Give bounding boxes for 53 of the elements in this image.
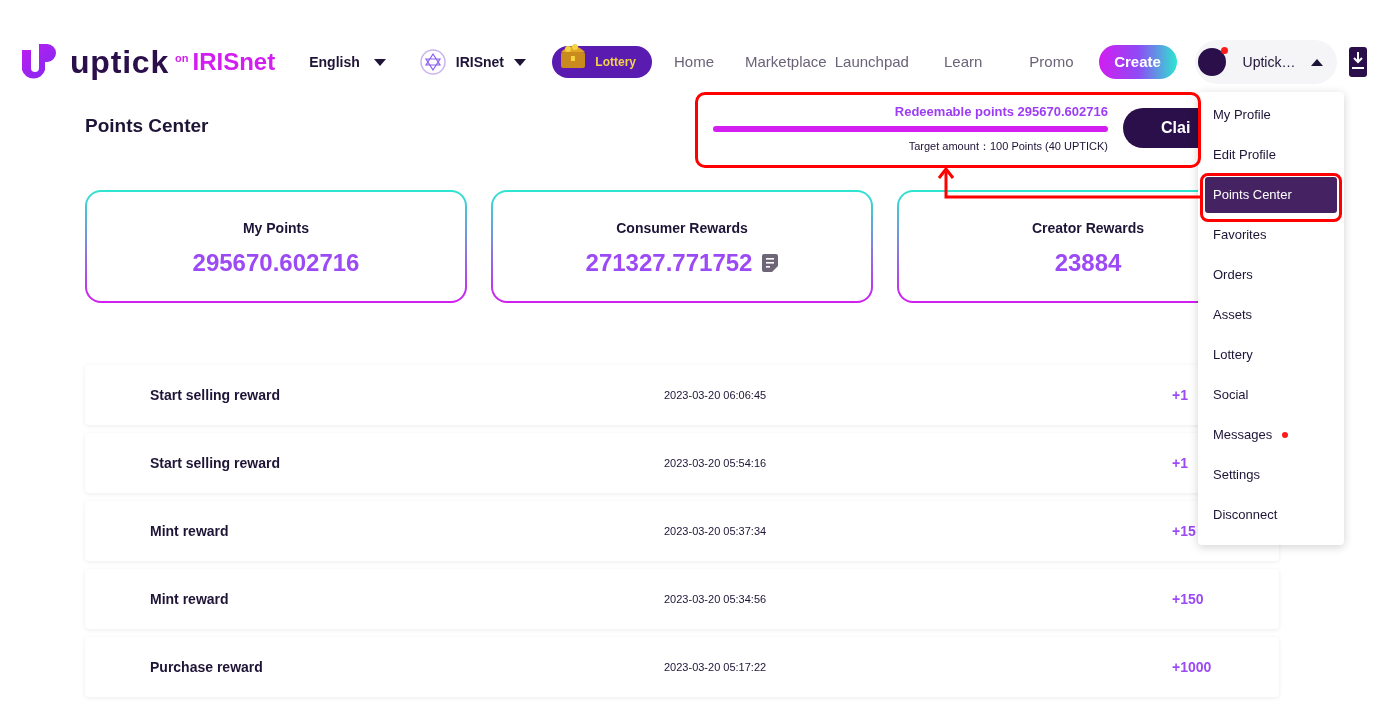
logo-on: on	[175, 51, 189, 66]
logo-wordmark: uptick	[70, 46, 170, 78]
network-select[interactable]: IRISnet	[419, 49, 526, 75]
reward-time: 2023-03-20 06:06:45	[664, 387, 767, 403]
card-label: Creator Rewards	[1031, 219, 1144, 238]
caret-icon	[514, 58, 526, 66]
menu-item[interactable]: Orders	[1205, 257, 1337, 293]
reward-points: +15	[1172, 521, 1197, 541]
reward-label: Start selling reward	[150, 385, 281, 405]
nav-link[interactable]: Launchpad	[834, 50, 909, 74]
nav-link[interactable]: Learn	[943, 50, 983, 74]
menu-item[interactable]: Disconnect	[1205, 497, 1337, 533]
menu-item[interactable]: Social	[1205, 377, 1337, 413]
reward-label: Mint reward	[150, 589, 230, 609]
card-value: 271327.771752	[585, 248, 753, 278]
nav-link[interactable]: Marketplace	[745, 50, 827, 74]
caret-icon	[1310, 58, 1323, 66]
user-menu-button[interactable]: Uptick…	[1194, 40, 1337, 84]
document-icon[interactable]	[762, 254, 779, 272]
language-select[interactable]: English	[309, 51, 386, 73]
create-button[interactable]: Create	[1098, 45, 1177, 79]
reward-time: 2023-03-20 05:54:16	[664, 455, 767, 471]
avatar	[1197, 48, 1226, 76]
reward-time: 2023-03-20 05:17:22	[664, 659, 767, 675]
caret-icon	[373, 58, 386, 66]
reward-label: Mint reward	[150, 521, 230, 541]
menu-item[interactable]: Settings	[1205, 457, 1337, 493]
logo-network: IRISnet	[192, 47, 276, 77]
reward-label: Start selling reward	[150, 453, 281, 473]
target-amount: Target amount：100 Points (40 UPTICK)	[908, 138, 1108, 154]
menu-item[interactable]: Lottery	[1205, 337, 1337, 373]
card-label: My Points	[242, 219, 310, 238]
reward-points: +1	[1172, 453, 1189, 473]
card-value: 23884	[1054, 248, 1122, 278]
reward-points: +150	[1172, 589, 1205, 609]
lottery-button[interactable]: Lottery	[552, 46, 652, 78]
reward-time: 2023-03-20 05:37:34	[664, 523, 767, 539]
redeemable-points: Redeemable points 295670.602716	[894, 103, 1108, 121]
reward-points: +1	[1172, 385, 1189, 405]
download-icon[interactable]	[1348, 47, 1367, 77]
card-value: 295670.602716	[192, 248, 360, 278]
menu-item[interactable]: Points Center	[1205, 177, 1337, 213]
nav-link[interactable]: Promo	[1029, 50, 1074, 74]
logo-icon	[20, 42, 56, 82]
menu-item[interactable]: Assets	[1205, 297, 1337, 333]
reward-label: Purchase reward	[150, 657, 264, 677]
menu-item[interactable]: Favorites	[1205, 217, 1337, 253]
reward-points: +1000	[1172, 657, 1212, 677]
nav-link[interactable]: Home	[674, 50, 714, 74]
reward-time: 2023-03-20 05:34:56	[664, 591, 767, 607]
page-title: Points Center	[85, 114, 209, 138]
card-label: Consumer Rewards	[616, 219, 748, 238]
menu-item[interactable]: Messages	[1205, 417, 1337, 453]
